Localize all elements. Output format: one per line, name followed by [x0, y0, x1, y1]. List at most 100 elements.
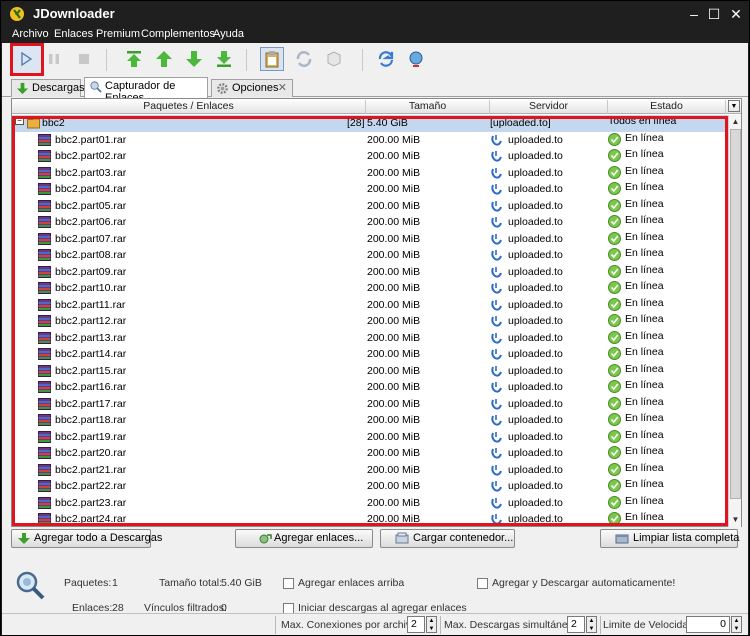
online-check-icon [608, 231, 621, 245]
column-header-packages[interactable]: Paquetes / Enlaces [12, 100, 366, 114]
link-row[interactable]: bbc2.part15.rar 200.00 MiB uploaded.to En l… [12, 363, 728, 380]
move-top-icon[interactable] [122, 47, 146, 71]
link-row[interactable]: bbc2.part12.rar 200.00 MiB uploaded.to En l… [12, 313, 728, 330]
status-separator [275, 616, 276, 634]
package-row[interactable]: − bbc2 [28] 5.40 GiB [uploaded.to] Todos… [12, 115, 728, 132]
link-status: En línea [625, 230, 664, 243]
uploaded-to-icon [491, 448, 502, 459]
link-row[interactable]: bbc2.part09.rar 200.00 MiB uploaded.to En l… [12, 264, 728, 281]
max-connections-input[interactable]: 2 [407, 616, 425, 633]
column-chooser-icon[interactable]: ▼ [728, 100, 740, 112]
link-name: bbc2.part11.rar [55, 298, 126, 311]
link-row[interactable]: bbc2.part18.rar 200.00 MiB uploaded.to En l… [12, 412, 728, 429]
online-check-icon [608, 165, 621, 179]
max-connections-stepper[interactable]: ▲ ▼ [426, 616, 437, 633]
pause-icon[interactable] [42, 47, 66, 71]
rar-archive-icon [38, 397, 51, 410]
rar-archive-icon [38, 232, 51, 245]
speed-limit-stepper[interactable]: ▲ ▼ [731, 616, 742, 633]
link-name: bbc2.part12.rar [55, 315, 127, 327]
close-tab-icon[interactable]: ✕ [278, 81, 287, 94]
auto-add-download-checkbox[interactable] [477, 578, 488, 589]
play-icon[interactable] [14, 47, 38, 71]
tab-opciones[interactable]: Opciones ✕ [211, 79, 293, 97]
link-host: uploaded.to [508, 513, 563, 525]
menu-ayuda[interactable]: Ayuda [213, 28, 244, 40]
tab-descargas[interactable]: Descargas [11, 79, 85, 97]
add-all-to-downloads-button[interactable]: Agregar todo a Descargas [11, 529, 162, 548]
scroll-up-icon[interactable]: ▲ [729, 115, 742, 128]
max-downloads-stepper[interactable]: ▲ ▼ [586, 616, 597, 633]
link-status: En línea [625, 511, 664, 523]
link-size: 200.00 MiB [367, 183, 421, 195]
vertical-scrollbar[interactable]: ▲ ▼ [728, 115, 741, 527]
menu-enlaces[interactable]: Enlaces [54, 28, 93, 40]
maximize-icon[interactable]: ☐ [704, 4, 724, 24]
link-row[interactable]: bbc2.part16.rar 200.00 MiB uploaded.to En l… [12, 379, 728, 396]
scroll-down-icon[interactable]: ▼ [729, 513, 742, 526]
link-row[interactable]: bbc2.part17.rar 200.00 MiB uploaded.to En l… [12, 396, 728, 413]
move-up-icon[interactable] [152, 47, 176, 71]
link-row[interactable]: bbc2.part22.rar 200.00 MiB uploaded.to En l… [12, 478, 728, 495]
shutdown-icon[interactable] [322, 47, 346, 71]
column-header-size[interactable]: Tamaño [366, 100, 490, 114]
link-name: bbc2.part23.rar [55, 496, 127, 509]
scrollbar-thumb[interactable] [730, 129, 741, 499]
link-row[interactable]: bbc2.part07.rar 200.00 MiB uploaded.to En l… [12, 231, 728, 248]
move-down-icon[interactable] [182, 47, 206, 71]
link-size: 200.00 MiB [367, 513, 421, 525]
auto-add-download-label: Agregar y Descargar automaticamente! [492, 577, 676, 589]
link-row[interactable]: bbc2.part23.rar 200.00 MiB uploaded.to En l… [12, 495, 728, 512]
link-row[interactable]: bbc2.part11.rar 200.00 MiB uploaded.to En l… [12, 297, 728, 314]
link-status: En línea [625, 313, 664, 325]
clipboard-icon[interactable] [260, 47, 284, 71]
online-check-icon [608, 198, 621, 212]
link-row[interactable]: bbc2.part19.rar 200.00 MiB uploaded.to En l… [12, 429, 728, 446]
link-row[interactable]: bbc2.part14.rar 200.00 MiB uploaded.to En l… [12, 346, 728, 363]
refresh-icon[interactable] [374, 47, 398, 71]
menu-premium[interactable]: Premium [96, 28, 140, 40]
tab-capturador[interactable]: Capturador de Enlaces [84, 77, 208, 104]
link-row[interactable]: bbc2.part04.rar 200.00 MiB uploaded.to En l… [12, 181, 728, 198]
minimize-icon[interactable]: – [684, 4, 704, 24]
link-row[interactable]: bbc2.part10.rar 200.00 MiB uploaded.to En l… [12, 280, 728, 297]
add-links-button[interactable]: Agregar enlaces... [235, 529, 373, 548]
link-row[interactable]: bbc2.part05.rar 200.00 MiB uploaded.to En l… [12, 198, 728, 215]
client-area: Descargas Capturador de Enlaces Opciones… [2, 43, 748, 635]
gear-icon [217, 83, 228, 94]
link-row[interactable]: bbc2.part08.rar 200.00 MiB uploaded.to En l… [12, 247, 728, 264]
uploaded-to-icon [491, 217, 502, 228]
link-name: bbc2.part05.rar [55, 199, 127, 212]
button-label: Agregar enlaces... [274, 532, 364, 544]
link-row[interactable]: bbc2.part21.rar 200.00 MiB uploaded.to En l… [12, 462, 728, 479]
link-row[interactable]: bbc2.part13.rar 200.00 MiB uploaded.to En l… [12, 330, 728, 347]
link-row[interactable]: bbc2.part03.rar 200.00 MiB uploaded.to En l… [12, 165, 728, 182]
menu-complementos[interactable]: Complementos [141, 28, 215, 40]
column-header-server[interactable]: Servidor [490, 100, 608, 114]
stop-icon[interactable] [72, 47, 96, 71]
link-status: En línea [625, 280, 664, 292]
move-bottom-icon[interactable] [212, 47, 236, 71]
max-downloads-input[interactable]: 2 [567, 616, 585, 633]
online-check-icon [608, 462, 621, 476]
load-container-button[interactable]: Cargar contenedor... [380, 529, 515, 548]
link-row[interactable]: bbc2.part01.rar 200.00 MiB uploaded.to En l… [12, 132, 728, 149]
link-host: uploaded.to [508, 430, 563, 443]
update-icon[interactable] [404, 47, 428, 71]
clear-list-button[interactable]: Limpiar lista completa [600, 529, 739, 548]
link-name: bbc2.part16.rar [55, 381, 127, 393]
speed-limit-input[interactable]: 0 [686, 616, 730, 633]
link-row[interactable]: bbc2.part06.rar 200.00 MiB uploaded.to En l… [12, 214, 728, 231]
uploaded-to-icon [491, 233, 502, 245]
menu-archivo[interactable]: Archivo [12, 28, 49, 40]
link-row[interactable]: bbc2.part20.rar 200.00 MiB uploaded.to En l… [12, 445, 728, 462]
link-row[interactable]: bbc2.part02.rar 200.00 MiB uploaded.to En l… [12, 148, 728, 165]
collapse-icon[interactable]: − [15, 116, 24, 125]
link-size: 200.00 MiB [367, 133, 421, 146]
add-links-top-checkbox[interactable] [283, 578, 294, 589]
reconnect-icon[interactable] [292, 47, 316, 71]
rar-archive-icon [38, 364, 51, 377]
column-header-status[interactable]: Estado [608, 100, 726, 114]
close-icon[interactable]: ✕ [726, 4, 746, 24]
link-row[interactable]: bbc2.part24.rar 200.00 MiB uploaded.to En l… [12, 511, 728, 527]
